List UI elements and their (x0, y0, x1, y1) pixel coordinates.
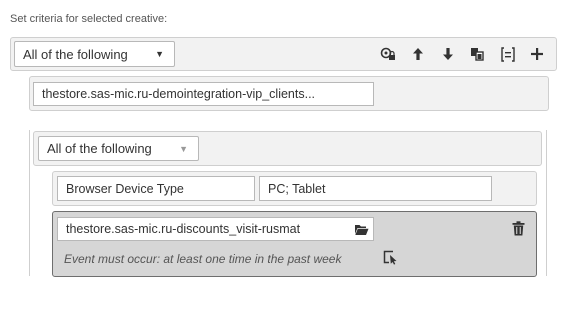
trash-icon[interactable] (509, 219, 527, 237)
browser-value-field[interactable]: PC; Tablet (259, 176, 492, 201)
chevron-down-icon: ▼ (179, 143, 188, 154)
vip-clients-field[interactable]: thestore.sas-mic.ru-demointegration-vip_… (33, 82, 374, 106)
vip-clients-value: thestore.sas-mic.ru-demointegration-vip_… (42, 87, 316, 101)
criteria-panel: Set criteria for selected creative: All … (0, 0, 577, 314)
criteria-header: Set criteria for selected creative: (10, 13, 168, 25)
event-value: thestore.sas-mic.ru-discounts_visit-rusm… (66, 222, 301, 236)
event-field[interactable]: thestore.sas-mic.ru-discounts_visit-rusm… (57, 217, 374, 241)
browser-attribute-value: Browser Device Type (66, 181, 184, 196)
move-down-icon[interactable] (438, 44, 458, 64)
list-icon[interactable] (498, 44, 518, 64)
copy-icon[interactable] (467, 44, 487, 64)
top-group-select[interactable]: All of the following ▼ (14, 41, 175, 67)
nested-group-select[interactable]: All of the following ▼ (38, 136, 199, 161)
folder-icon[interactable] (352, 220, 370, 238)
chevron-down-icon: ▼ (155, 49, 164, 59)
nested-group-select-value: All of the following (47, 141, 152, 156)
move-up-icon[interactable] (408, 44, 428, 64)
edit-condition-icon[interactable] (381, 248, 399, 266)
browser-attribute-field[interactable]: Browser Device Type (57, 176, 255, 201)
event-occurrence-note: Event must occur: at least one time in t… (64, 252, 342, 266)
dependency-icon[interactable] (378, 44, 398, 64)
add-icon[interactable] (527, 44, 547, 64)
browser-value-text: PC; Tablet (268, 181, 326, 196)
top-group-select-value: All of the following (23, 46, 128, 62)
